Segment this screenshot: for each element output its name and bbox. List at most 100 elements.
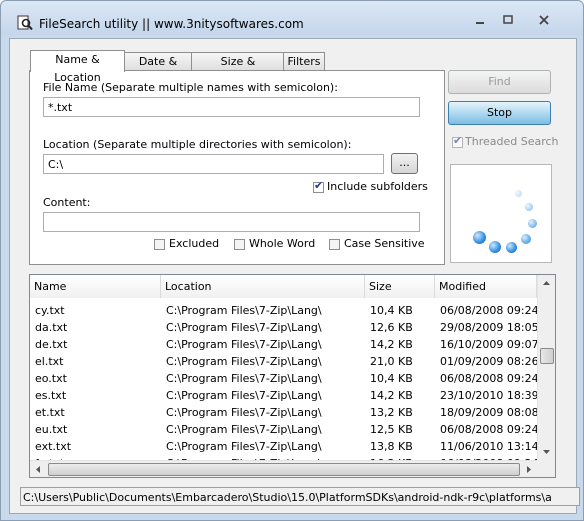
app-window: FileSearch utility || www.3nitysoftwares… xyxy=(0,0,584,521)
cell-size: 12,5 KB xyxy=(370,423,413,436)
cell-name: de.txt xyxy=(35,338,68,351)
tab-date-time[interactable]: Date & Time xyxy=(123,52,193,86)
spinner-dot xyxy=(473,231,486,244)
minimize-icon xyxy=(476,22,484,24)
cell-location: C:\Program Files\7-Zip\Lang\ xyxy=(166,355,322,368)
cell-modified: 11/06/2010 13:14:4 xyxy=(440,440,537,453)
table-row[interactable]: el.txt C:\Program Files\7-Zip\Lang\ 21,0 K… xyxy=(30,353,537,370)
table-row[interactable]: eu.txt C:\Program Files\7-Zip\Lang\ 12,5 K… xyxy=(30,421,537,438)
cell-size: 14,2 KB xyxy=(370,338,413,351)
cell-name: da.txt xyxy=(35,321,68,334)
vertical-scroll-thumb[interactable] xyxy=(540,348,554,364)
title-bar[interactable]: FileSearch utility || www.3nitysoftwares… xyxy=(1,1,583,35)
cell-size: 10,4 KB xyxy=(370,304,413,317)
cell-location: C:\Program Files\7-Zip\Lang\ xyxy=(166,321,322,334)
case-sensitive-label: Case Sensitive xyxy=(344,237,425,250)
cell-modified: 23/10/2010 18:39:5 xyxy=(440,389,537,402)
cell-size: 12,6 KB xyxy=(370,321,413,334)
cell-name: eo.txt xyxy=(35,372,67,385)
cell-location: C:\Program Files\7-Zip\Lang\ xyxy=(166,372,322,385)
cell-modified: 01/09/2009 08:26:3 xyxy=(440,355,537,368)
cell-name: et.txt xyxy=(35,406,65,419)
cell-modified: 06/08/2008 09:24:1 xyxy=(440,304,537,317)
excluded-label: Excluded xyxy=(169,237,220,250)
browse-button[interactable]: ... xyxy=(391,153,418,174)
tab-filters[interactable]: Filters xyxy=(283,52,325,71)
spinner-dot xyxy=(506,242,517,253)
threaded-search-checkbox[interactable] xyxy=(452,134,463,148)
cell-name: ext.txt xyxy=(35,440,72,453)
table-row[interactable]: de.txt C:\Program Files\7-Zip\Lang\ 14,2 K… xyxy=(30,336,537,353)
include-subfolders-label: Include subfolders xyxy=(327,180,428,193)
vertical-scrollbar[interactable] xyxy=(537,275,555,460)
cell-modified: 18/09/2009 08:08:3 xyxy=(440,406,537,419)
maximize-button[interactable] xyxy=(495,11,521,29)
cell-modified: 06/08/2008 09:24:1 xyxy=(440,372,537,385)
scroll-up-icon[interactable] xyxy=(538,275,555,292)
stop-button[interactable]: Stop xyxy=(448,101,551,125)
close-button[interactable] xyxy=(531,11,557,29)
cell-location: C:\Program Files\7-Zip\Lang\ xyxy=(166,423,322,436)
table-row[interactable]: ext.txt C:\Program Files\7-Zip\Lang\ 13,8 … xyxy=(30,438,537,455)
content-label: Content: xyxy=(43,196,91,209)
scroll-left-icon[interactable] xyxy=(30,461,47,478)
cell-location: C:\Program Files\7-Zip\Lang\ xyxy=(166,406,322,419)
cell-size: 10,4 KB xyxy=(370,372,413,385)
spinner-dot xyxy=(489,241,501,253)
results-list[interactable]: Name Location Size Modified cy.txt C:\Pro… xyxy=(29,274,556,478)
file-name-input[interactable]: *.txt xyxy=(43,97,420,117)
whole-word-checkbox[interactable] xyxy=(234,239,245,250)
column-header-name[interactable]: Name xyxy=(30,275,161,298)
tab-name-location[interactable]: Name & Location xyxy=(30,50,125,84)
table-row[interactable]: et.txt C:\Program Files\7-Zip\Lang\ 13,2 K… xyxy=(30,404,537,421)
scroll-right-icon[interactable] xyxy=(520,461,537,478)
case-sensitive-checkbox[interactable] xyxy=(329,239,340,250)
spinner-dot xyxy=(521,234,531,244)
whole-word-label: Whole Word xyxy=(249,237,316,250)
excluded-checkbox[interactable] xyxy=(154,239,165,250)
table-row[interactable]: da.txt C:\Program Files\7-Zip\Lang\ 12,6 K… xyxy=(30,319,537,336)
cell-size: 13,2 KB xyxy=(370,406,413,419)
table-row[interactable]: cy.txt C:\Program Files\7-Zip\Lang\ 10,4 K… xyxy=(30,302,537,319)
table-row[interactable]: es.txt C:\Program Files\7-Zip\Lang\ 14,2 K… xyxy=(30,387,537,404)
spinner-dot xyxy=(515,190,522,197)
cell-location: C:\Program Files\7-Zip\Lang\ xyxy=(166,440,322,453)
tab-size-attributes[interactable]: Size & Attributes xyxy=(191,52,285,86)
close-icon xyxy=(539,15,549,25)
maximize-icon xyxy=(503,15,513,24)
cell-size: 21,0 KB xyxy=(370,355,413,368)
threaded-search-label: Threaded Search xyxy=(465,135,559,148)
cell-name: el.txt xyxy=(35,355,64,368)
cell-name: eu.txt xyxy=(35,423,68,436)
include-subfolders-checkbox[interactable] xyxy=(313,179,324,193)
horizontal-scroll-thumb[interactable] xyxy=(48,463,520,476)
column-header-location[interactable]: Location xyxy=(161,275,365,298)
cell-size: 14,2 KB xyxy=(370,389,413,402)
magnifier-icon xyxy=(17,15,33,31)
table-row[interactable]: eo.txt C:\Program Files\7-Zip\Lang\ 10,4 K… xyxy=(30,370,537,387)
status-bar: C:\Users\Public\Documents\Embarcadero\St… xyxy=(20,487,580,506)
spinner-dot xyxy=(528,219,537,228)
cell-modified: 16/10/2009 09:07:0 xyxy=(440,338,537,351)
cell-modified: 29/08/2009 18:05:5 xyxy=(440,321,537,334)
location-input[interactable]: C:\ xyxy=(43,154,384,174)
find-button[interactable]: Find xyxy=(448,70,551,94)
tab-panel: File Name (Separate multiple names with … xyxy=(29,70,445,265)
cell-name: cy.txt xyxy=(35,304,65,317)
horizontal-scrollbar[interactable] xyxy=(30,460,537,478)
scroll-down-icon[interactable] xyxy=(538,443,555,460)
window-title: FileSearch utility || www.3nitysoftwares… xyxy=(39,17,304,31)
content-input[interactable] xyxy=(43,212,420,232)
column-header-modified[interactable]: Modified xyxy=(435,275,537,298)
minimize-button[interactable] xyxy=(467,11,493,29)
scroll-corner xyxy=(537,460,555,477)
location-label: Location (Separate multiple directories … xyxy=(43,138,352,151)
cell-location: C:\Program Files\7-Zip\Lang\ xyxy=(166,304,322,317)
spinner-dot xyxy=(525,203,533,211)
progress-spinner xyxy=(450,164,552,263)
cell-modified: 06/08/2008 09:24:1 xyxy=(440,423,537,436)
cell-location: C:\Program Files\7-Zip\Lang\ xyxy=(166,338,322,351)
client-area: Name & Location Date & Time Size & Attri… xyxy=(9,38,580,514)
cell-name: es.txt xyxy=(35,389,67,402)
column-header-size[interactable]: Size xyxy=(365,275,435,298)
